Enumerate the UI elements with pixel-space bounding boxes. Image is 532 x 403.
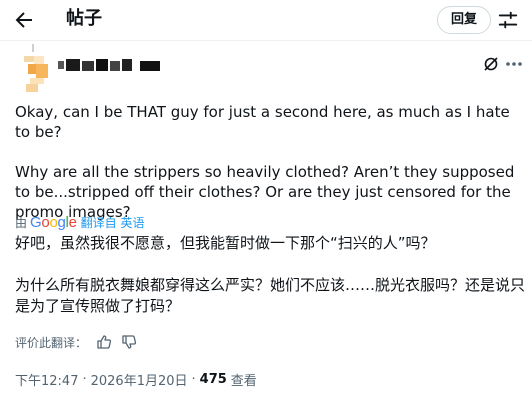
google-logo: Google — [30, 213, 77, 231]
translated-text: 好吧，虽然我很不愿意，但我能暂时做一下那个“扫兴的人”吗？ 为什么所有脱衣舞娘都… — [15, 234, 526, 315]
thumbs-down-icon[interactable] — [121, 334, 137, 350]
translation-attribution: 由 Google 翻译自 英语 — [15, 213, 144, 231]
rate-translation: 评价此翻译： — [15, 332, 137, 352]
views-label: 查看 — [230, 373, 257, 389]
post-date[interactable]: 2026年1月20日 — [91, 370, 188, 389]
post-meta: 下午12:47 · 2026年1月20日 · 475 查看 — [15, 369, 257, 389]
author-name[interactable] — [58, 59, 162, 73]
rate-label: 评价此翻译： — [15, 335, 88, 350]
reply-button[interactable]: 回复 — [437, 6, 491, 34]
arrow-left-icon[interactable] — [12, 8, 36, 32]
meta-separator: · — [82, 371, 87, 387]
translated-from-link[interactable]: 翻译自 英语 — [81, 214, 145, 231]
thumbs-up-icon[interactable] — [96, 334, 112, 350]
sliders-icon[interactable] — [497, 9, 519, 31]
top-bar: 帖子 回复 — [0, 0, 532, 40]
views-count: 475 — [199, 371, 227, 387]
header-divider — [0, 40, 532, 41]
grok-icon[interactable] — [483, 56, 499, 72]
avatar[interactable] — [20, 44, 56, 98]
more-horizontal-icon[interactable] — [505, 61, 523, 67]
translated-by-prefix: 由 — [15, 215, 28, 230]
meta-separator: · — [191, 371, 196, 387]
page-title: 帖子 — [66, 8, 102, 29]
post-text: Okay, can I be THAT guy for just a secon… — [15, 103, 515, 221]
post-time[interactable]: 下午12:47 — [15, 370, 78, 389]
